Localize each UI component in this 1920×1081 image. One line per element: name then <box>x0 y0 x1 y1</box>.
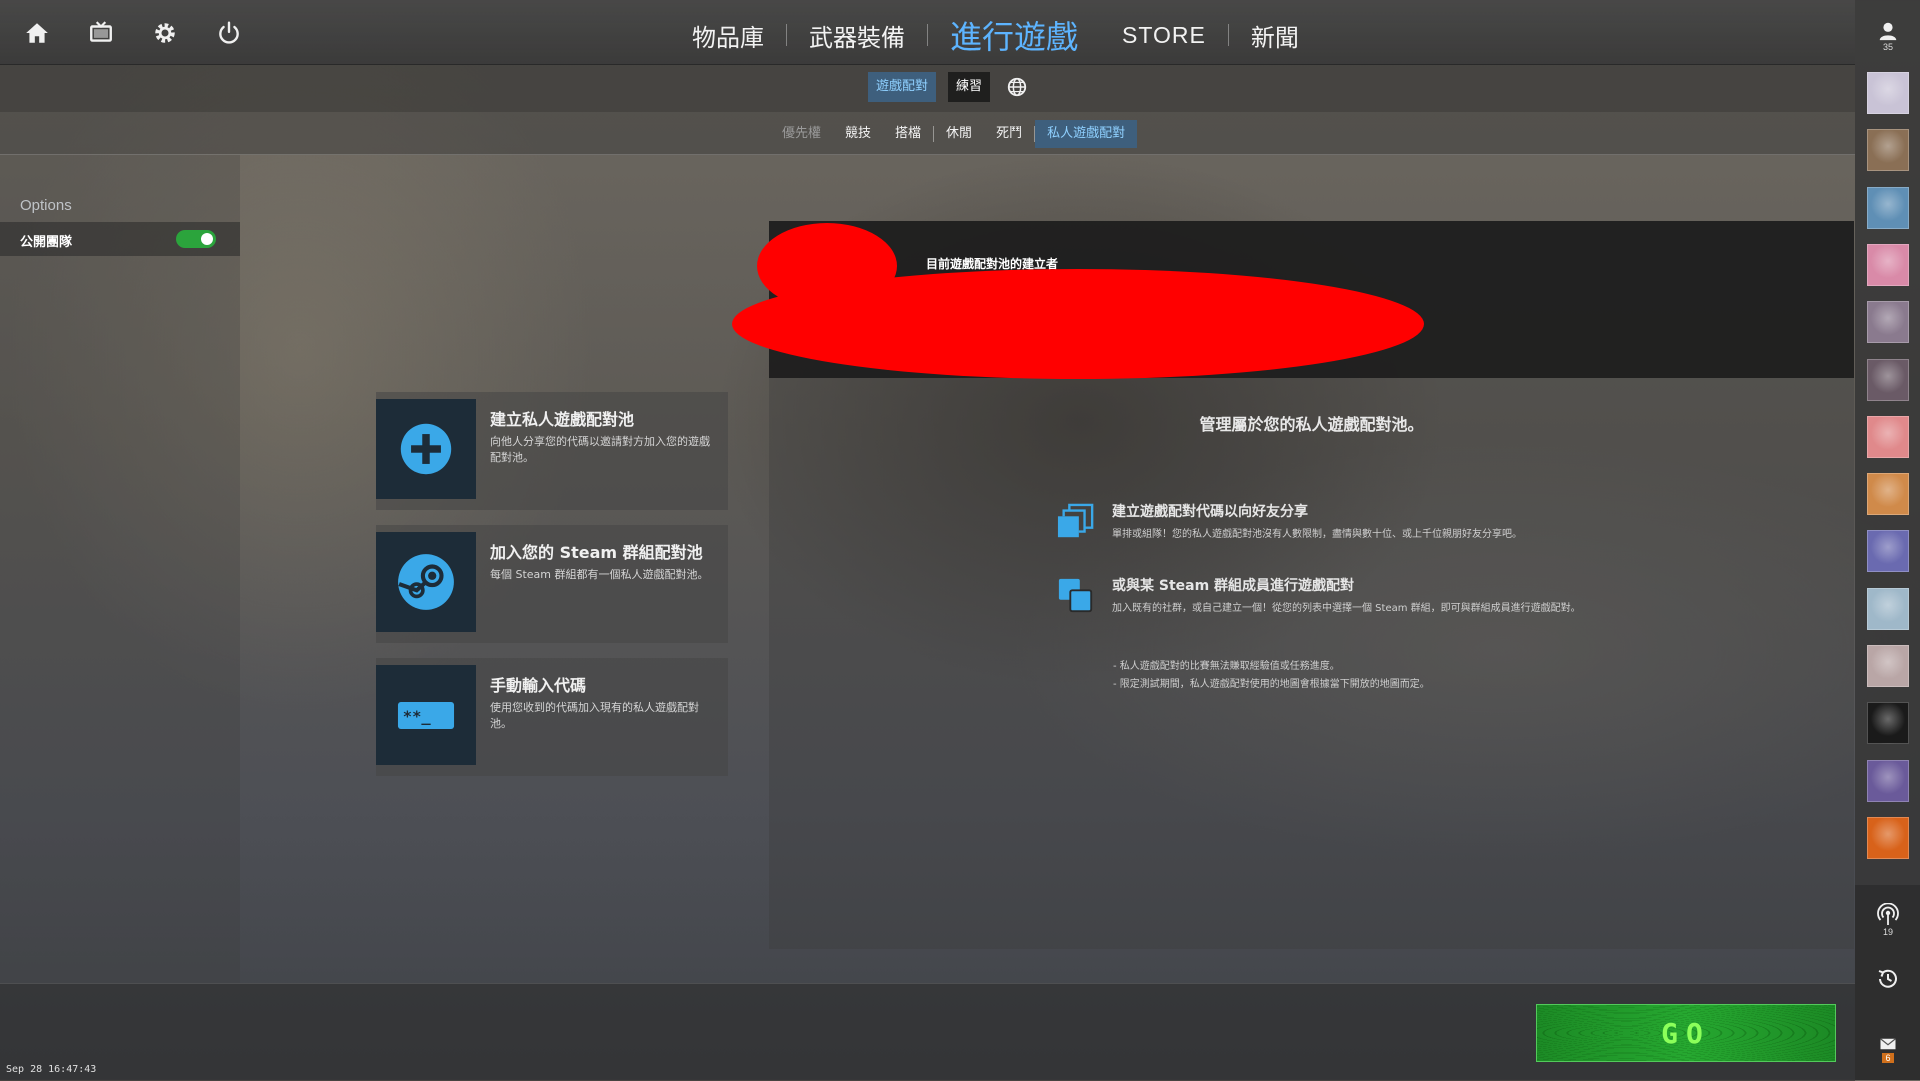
feature-description: 單排或組隊！您的私人遊戲配對池沒有人數限制，盡情與數十位、或上千位親朋好友分享吧… <box>1112 529 1522 540</box>
go-button[interactable]: GO <box>1536 1004 1836 1062</box>
card-title: 加入您的 Steam 群組配對池 <box>490 543 703 562</box>
top-nav-bar: 物品庫 武器裝備 進行遊戲 STORE 新聞 <box>0 0 1855 65</box>
nav-store[interactable]: STORE <box>1100 22 1228 49</box>
nav-loadout[interactable]: 武器裝備 <box>787 18 927 53</box>
globe-icon[interactable] <box>1002 72 1032 102</box>
history-button[interactable] <box>1871 967 1905 991</box>
card-title: 建立私人遊戲配對池 <box>490 410 635 429</box>
steam-icon <box>376 532 476 632</box>
friends-bottom-tools: 19 6 <box>1855 885 1920 1080</box>
tab-matchmaking[interactable]: 遊戲配對 <box>868 72 937 102</box>
power-icon[interactable] <box>210 14 248 52</box>
svg-text:**_: **_ <box>403 707 432 725</box>
nav-news[interactable]: 新聞 <box>1229 18 1321 53</box>
tab-premier[interactable]: 優先權 <box>770 120 833 148</box>
friend-avatar[interactable] <box>1867 816 1909 859</box>
friend-avatar[interactable] <box>1867 243 1909 286</box>
tab-casual[interactable]: 休閒 <box>934 120 984 148</box>
friend-avatar[interactable] <box>1867 587 1909 630</box>
tab-practice[interactable]: 練習 <box>948 72 991 102</box>
friends-sidebar: 35 19 6 <box>1855 0 1920 1080</box>
pool-creator-bar: 目前遊戲配對池的建立者 <box>732 221 1854 379</box>
note-line: - 限定測試期間，私人遊戲配對使用的地圖會根據當下開放的地圖而定。 <box>1113 679 1430 690</box>
friend-avatar[interactable] <box>1867 72 1909 114</box>
friend-avatar[interactable] <box>1867 645 1909 687</box>
home-icon[interactable] <box>18 14 56 52</box>
friend-avatar[interactable] <box>1867 358 1909 401</box>
manage-title: 管理屬於您的私人遊戲配對池。 <box>1199 415 1424 434</box>
history-icon <box>1878 969 1897 988</box>
tv-icon[interactable] <box>82 14 120 52</box>
public-team-label: 公開團隊 <box>20 235 73 250</box>
tab-competitive[interactable]: 競技 <box>833 120 883 148</box>
inbox-button[interactable]: 6 <box>1871 1035 1905 1063</box>
public-team-option: 公開團隊 <box>0 222 240 256</box>
broadcast-count: 19 <box>1882 927 1893 937</box>
friend-avatar[interactable] <box>1867 186 1909 229</box>
nav-play[interactable]: 進行遊戲 <box>928 12 1100 58</box>
tab-deathmatch[interactable]: 死鬥 <box>984 120 1034 148</box>
card-description: 向他人分享您的代碼以邀請對方加入您的遊戲配對池。 <box>490 435 710 464</box>
mode-tab-bar: 遊戲配對 練習 <box>0 64 1855 112</box>
game-type-bar: 優先權 競技 搭檔 休閒 死鬥 私人遊戲配對 <box>0 112 1855 155</box>
game-type-tabs: 優先權 競技 搭檔 休閒 死鬥 私人遊戲配對 <box>770 120 1138 148</box>
options-sidebar: Options 公開團隊 <box>0 155 240 983</box>
user-icon <box>1879 22 1897 41</box>
tab-wingman[interactable]: 搭檔 <box>883 120 933 148</box>
note-line: - 私人遊戲配對的比賽無法賺取經驗值或任務進度。 <box>1113 661 1340 672</box>
plus-circle-icon <box>376 399 476 499</box>
card-description: 使用您收到的代碼加入現有的私人遊戲配對池。 <box>490 701 699 730</box>
mode-tabs: 遊戲配對 練習 <box>868 72 1032 102</box>
copy-squares-icon <box>1057 503 1097 543</box>
broadcast-button[interactable]: 19 <box>1871 903 1905 937</box>
mail-count: 6 <box>1882 1053 1894 1063</box>
code-input-icon: **_ <box>376 665 476 765</box>
friends-count: 35 <box>1882 42 1893 52</box>
friend-avatar[interactable] <box>1867 530 1909 573</box>
feature-description: 加入既有的社群，或自己建立一個！從您的列表中選擇一個 Steam 群組，即可與群… <box>1112 603 1581 614</box>
go-label: GO <box>1661 1016 1711 1050</box>
top-icon-group <box>18 14 248 52</box>
broadcast-icon <box>1877 903 1899 925</box>
friend-avatar[interactable] <box>1867 702 1909 745</box>
enter-code-card[interactable]: **_ 手動輸入代碼 使用您收到的代碼加入現有的私人遊戲配對池。 <box>376 658 728 776</box>
feature-title: 建立遊戲配對代碼以向好友分享 <box>1112 504 1308 520</box>
main-nav: 物品庫 武器裝備 進行遊戲 STORE 新聞 <box>670 12 1321 58</box>
profile-button[interactable]: 35 <box>1871 20 1905 60</box>
gear-icon[interactable] <box>146 14 184 52</box>
action-cards: 建立私人遊戲配對池 向他人分享您的代碼以邀請對方加入您的遊戲配對池。 加入您的 … <box>376 392 728 791</box>
friend-avatar[interactable] <box>1867 129 1909 172</box>
friend-avatar[interactable] <box>1867 301 1909 344</box>
nav-inventory[interactable]: 物品庫 <box>670 18 786 53</box>
join-steam-group-card[interactable]: 加入您的 Steam 群組配對池 每個 Steam 群組都有一個私人遊戲配對池。 <box>376 525 728 643</box>
tab-private-matchmaking[interactable]: 私人遊戲配對 <box>1035 120 1138 148</box>
feature-title: 或與某 Steam 群組成員進行遊戲配對 <box>1112 578 1355 594</box>
notes: - 私人遊戲配對的比賽無法賺取經驗值或任務進度。 - 限定測試期間，私人遊戲配對… <box>1113 658 1430 694</box>
options-title: Options <box>20 197 72 214</box>
card-title: 手動輸入代碼 <box>490 676 587 695</box>
friend-avatar[interactable] <box>1867 415 1909 458</box>
timestamp: Sep 28 16:47:43 <box>6 1064 97 1075</box>
private-matchmaking-panel: 目前遊戲配對池的建立者 管理屬於您的私人遊戲配對池。 建立遊戲配對代碼以向好友分… <box>732 221 1854 949</box>
public-team-toggle[interactable] <box>176 230 216 248</box>
redaction-mark <box>732 269 1424 379</box>
friend-avatar[interactable] <box>1867 759 1909 802</box>
friend-avatar[interactable] <box>1867 473 1909 516</box>
overlap-squares-icon <box>1057 577 1097 617</box>
card-description: 每個 Steam 群組都有一個私人遊戲配對池。 <box>490 568 709 581</box>
mail-icon <box>1880 1038 1896 1050</box>
create-pool-card[interactable]: 建立私人遊戲配對池 向他人分享您的代碼以邀請對方加入您的遊戲配對池。 <box>376 392 728 510</box>
